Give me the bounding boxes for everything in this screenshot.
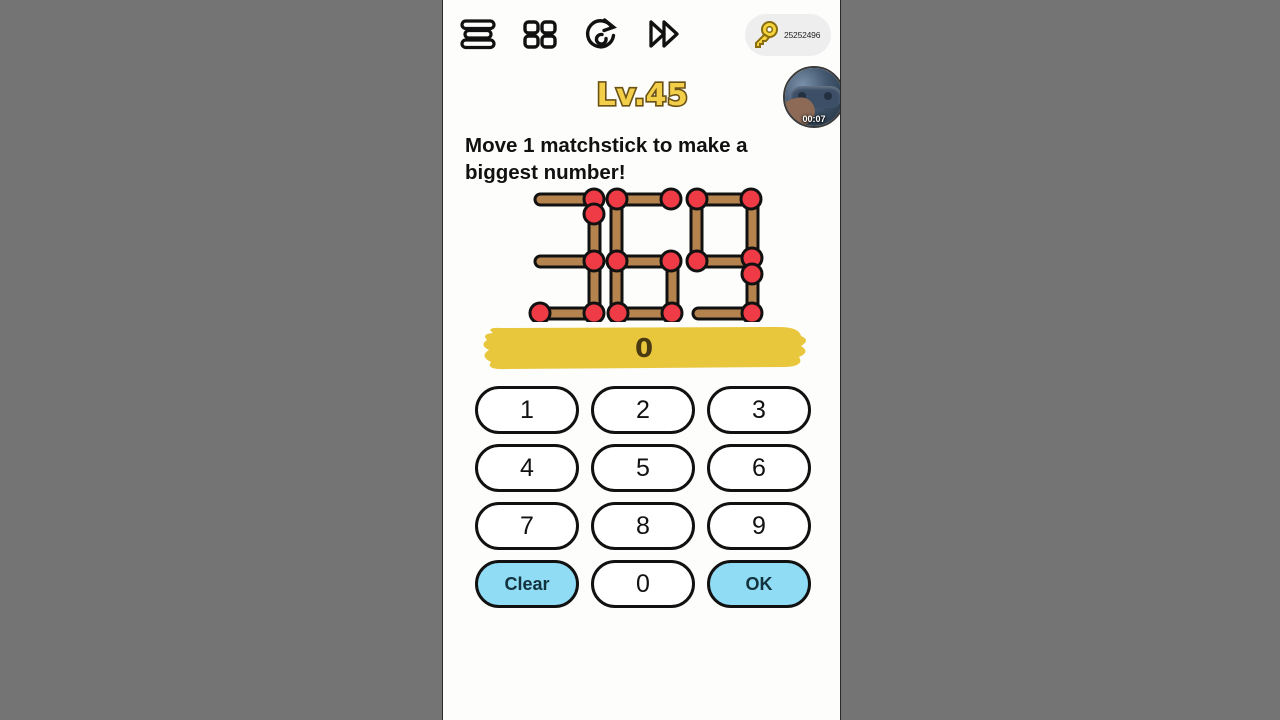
timer-label: 00:07 bbox=[802, 114, 826, 124]
key-0[interactable]: 0 bbox=[591, 560, 695, 608]
top-toolbar: 25252496 bbox=[443, 0, 840, 66]
answer-value: 0 bbox=[634, 334, 654, 364]
matchstick-digit-6 bbox=[605, 187, 684, 326]
avatar[interactable]: 00:07 bbox=[783, 66, 840, 128]
key-count-label: 25252496 bbox=[784, 30, 821, 40]
skip-icon[interactable] bbox=[641, 14, 687, 54]
key-2[interactable]: 2 bbox=[591, 386, 695, 434]
puzzle-prompt: Move 1 matchstick to make a biggest numb… bbox=[465, 134, 748, 185]
key-8[interactable]: 8 bbox=[591, 502, 695, 550]
key-5[interactable]: 5 bbox=[591, 444, 695, 492]
key-icon bbox=[755, 21, 778, 48]
key-7[interactable]: 7 bbox=[475, 502, 579, 550]
key-9[interactable]: 9 bbox=[707, 502, 811, 550]
key-3[interactable]: 3 bbox=[707, 386, 811, 434]
game-panel: 25252496 Lv.45 00:07 Move 1 matchstick t… bbox=[442, 0, 841, 720]
matchstick-digit-9 bbox=[685, 187, 764, 326]
answer-display: 0 bbox=[479, 324, 809, 374]
screen-root: 1 2 3 4 6 bbox=[0, 0, 1280, 720]
matchstick-digit-3 bbox=[528, 187, 606, 326]
menu-icon[interactable] bbox=[455, 14, 501, 54]
page-title: Lv.45 bbox=[595, 76, 690, 114]
key-clear[interactable]: Clear bbox=[475, 560, 579, 608]
restart-icon[interactable] bbox=[579, 14, 625, 54]
key-counter[interactable]: 25252496 bbox=[745, 14, 831, 56]
key-1[interactable]: 1 bbox=[475, 386, 579, 434]
key-6[interactable]: 6 bbox=[707, 444, 811, 492]
key-4[interactable]: 4 bbox=[475, 444, 579, 492]
matchstick-svg bbox=[528, 187, 764, 326]
matchstick-display[interactable] bbox=[443, 186, 840, 326]
key-ok[interactable]: OK bbox=[707, 560, 811, 608]
number-keypad: 1 2 3 4 5 6 7 8 9 Clear 0 OK bbox=[475, 386, 811, 608]
grid-icon[interactable] bbox=[517, 14, 563, 54]
